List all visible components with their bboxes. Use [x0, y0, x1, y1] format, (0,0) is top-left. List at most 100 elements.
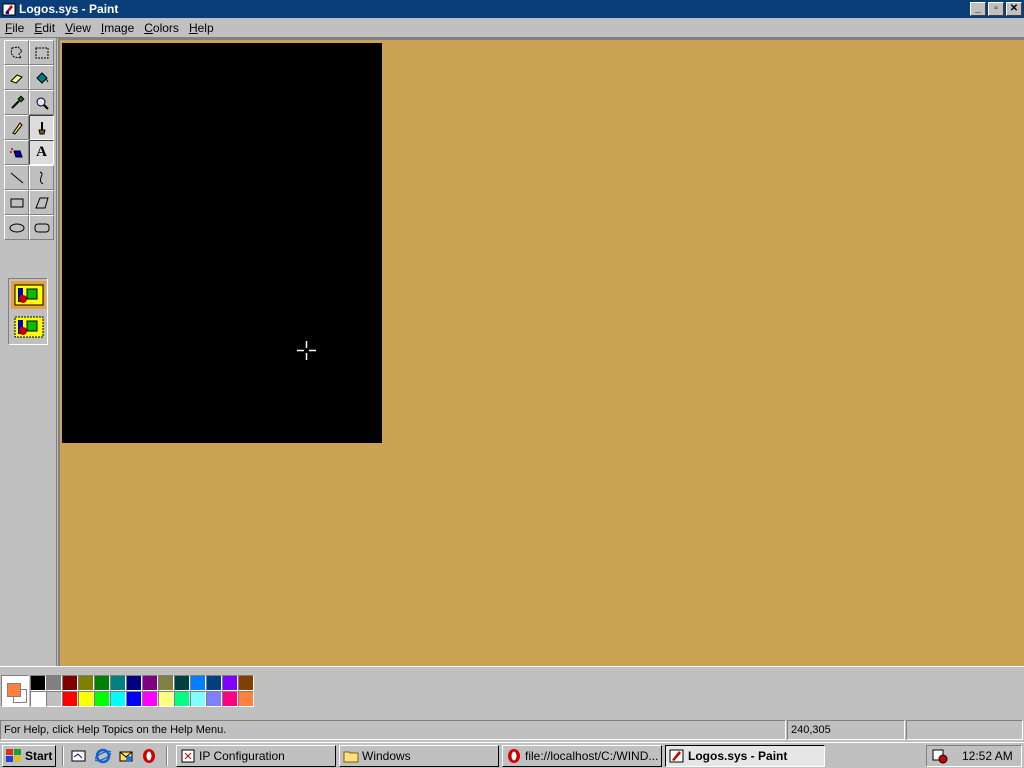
menu-view[interactable]: View	[60, 21, 96, 35]
eraser-icon	[9, 73, 23, 84]
status-selection-size	[906, 720, 1023, 740]
free-form-select-tool[interactable]	[4, 40, 29, 65]
transparent-option[interactable]	[11, 313, 46, 341]
palette-swatch[interactable]	[174, 691, 190, 707]
menu-bar: File Edit View Image Colors Help	[0, 18, 1024, 38]
image-canvas[interactable]	[62, 43, 382, 443]
palette-swatch[interactable]	[62, 691, 78, 707]
task-label: file://localhost/C:/WIND...	[525, 749, 659, 763]
opera-icon	[506, 748, 522, 764]
close-button[interactable]: ✕	[1006, 2, 1022, 16]
taskbar-clock[interactable]: 12:52 AM	[962, 749, 1013, 763]
close-icon: ✕	[1009, 3, 1019, 14]
palette-swatch[interactable]	[142, 675, 158, 691]
paint-app-icon[interactable]	[1, 1, 17, 17]
curve-icon	[39, 171, 43, 184]
select-tool[interactable]	[29, 40, 54, 65]
palette-swatch[interactable]	[190, 675, 206, 691]
windows-logo-icon	[6, 749, 22, 763]
taskbar-separator	[62, 746, 64, 766]
line-tool[interactable]	[4, 165, 29, 190]
pencil-tool[interactable]	[4, 115, 29, 140]
tool-options-box	[8, 278, 48, 345]
palette-swatch[interactable]	[142, 691, 158, 707]
palette-swatch[interactable]	[238, 675, 254, 691]
internet-explorer-icon[interactable]	[94, 747, 112, 765]
toolbox: A	[0, 38, 57, 666]
menu-help-rest: elp	[197, 20, 214, 35]
palette-swatch[interactable]	[30, 675, 46, 691]
foreground-color-swatch[interactable]	[7, 683, 21, 697]
palette-swatch[interactable]	[94, 691, 110, 707]
current-colors[interactable]	[1, 675, 29, 707]
menu-help[interactable]: Help	[184, 21, 219, 35]
palette-swatch[interactable]	[174, 675, 190, 691]
tool-grid: A	[4, 40, 54, 240]
palette-swatch[interactable]	[110, 691, 126, 707]
start-button[interactable]: Start	[2, 745, 56, 767]
maximize-button[interactable]: ▫	[988, 2, 1004, 16]
palette-swatch[interactable]	[46, 675, 62, 691]
palette-swatch[interactable]	[126, 675, 142, 691]
palette-swatch[interactable]	[222, 691, 238, 707]
rounded-rectangle-tool[interactable]	[29, 215, 54, 240]
freeform-select-icon	[9, 45, 23, 59]
task-ip-configuration[interactable]: IP Configuration	[176, 745, 336, 767]
brush-tool[interactable]	[29, 115, 54, 140]
palette-swatch[interactable]	[30, 691, 46, 707]
eyedropper-icon	[10, 94, 25, 109]
menu-edit[interactable]: Edit	[29, 21, 60, 35]
task-paint[interactable]: Logos.sys - Paint	[665, 745, 825, 767]
palette-swatch[interactable]	[222, 675, 238, 691]
menu-image-rest: mage	[104, 20, 135, 35]
task-opera-browser[interactable]: file://localhost/C:/WIND...	[502, 745, 662, 767]
transparent-background-icon	[14, 316, 43, 338]
rectangle-tool[interactable]	[4, 190, 29, 215]
text-tool[interactable]: A	[29, 140, 54, 165]
opaque-option[interactable]	[11, 281, 46, 309]
palette-swatch[interactable]	[238, 691, 254, 707]
folder-icon	[343, 748, 359, 764]
task-windows-folder[interactable]: Windows	[339, 745, 499, 767]
menu-image[interactable]: Image	[96, 21, 139, 35]
scheduler-tray-icon[interactable]	[932, 748, 948, 764]
system-tray: 12:52 AM	[926, 745, 1022, 767]
palette-swatch[interactable]	[46, 691, 62, 707]
palette-swatch[interactable]	[158, 691, 174, 707]
menu-file-rest: ile	[12, 20, 25, 35]
taskbar: Start IP Configuration Windows file://lo…	[0, 742, 1024, 768]
opera-quicklaunch-icon[interactable]	[140, 747, 158, 765]
palette-swatch[interactable]	[190, 691, 206, 707]
pick-color-tool[interactable]	[4, 90, 29, 115]
palette-swatch[interactable]	[126, 691, 142, 707]
paint-icon	[669, 748, 685, 764]
polygon-tool[interactable]	[29, 190, 54, 215]
menu-view-rest: iew	[72, 20, 91, 35]
palette-swatch[interactable]	[78, 691, 94, 707]
fill-tool[interactable]	[29, 65, 54, 90]
eraser-tool[interactable]	[4, 65, 29, 90]
curve-tool[interactable]	[29, 165, 54, 190]
airbrush-tool[interactable]	[4, 140, 29, 165]
palette-swatch[interactable]	[206, 691, 222, 707]
title-bar[interactable]: Logos.sys - Paint _ ▫ ✕	[0, 0, 1024, 18]
show-desktop-icon[interactable]	[70, 747, 88, 765]
menu-colors[interactable]: Colors	[139, 21, 184, 35]
menu-file[interactable]: File	[0, 21, 29, 35]
fill-bucket-icon	[35, 71, 48, 84]
canvas-workspace[interactable]	[58, 38, 1024, 666]
status-coordinates: 240,305	[787, 720, 905, 740]
minimize-icon: _	[975, 3, 981, 14]
airbrush-icon	[9, 147, 23, 157]
palette-swatch[interactable]	[78, 675, 94, 691]
palette-swatch[interactable]	[110, 675, 126, 691]
palette-swatch[interactable]	[206, 675, 222, 691]
outlook-express-icon[interactable]	[117, 747, 135, 765]
palette-swatch[interactable]	[94, 675, 110, 691]
rectangle-icon	[10, 198, 23, 207]
ellipse-tool[interactable]	[4, 215, 29, 240]
palette-swatch[interactable]	[62, 675, 78, 691]
magnifier-tool[interactable]	[29, 90, 54, 115]
palette-swatch[interactable]	[158, 675, 174, 691]
minimize-button[interactable]: _	[970, 2, 986, 16]
